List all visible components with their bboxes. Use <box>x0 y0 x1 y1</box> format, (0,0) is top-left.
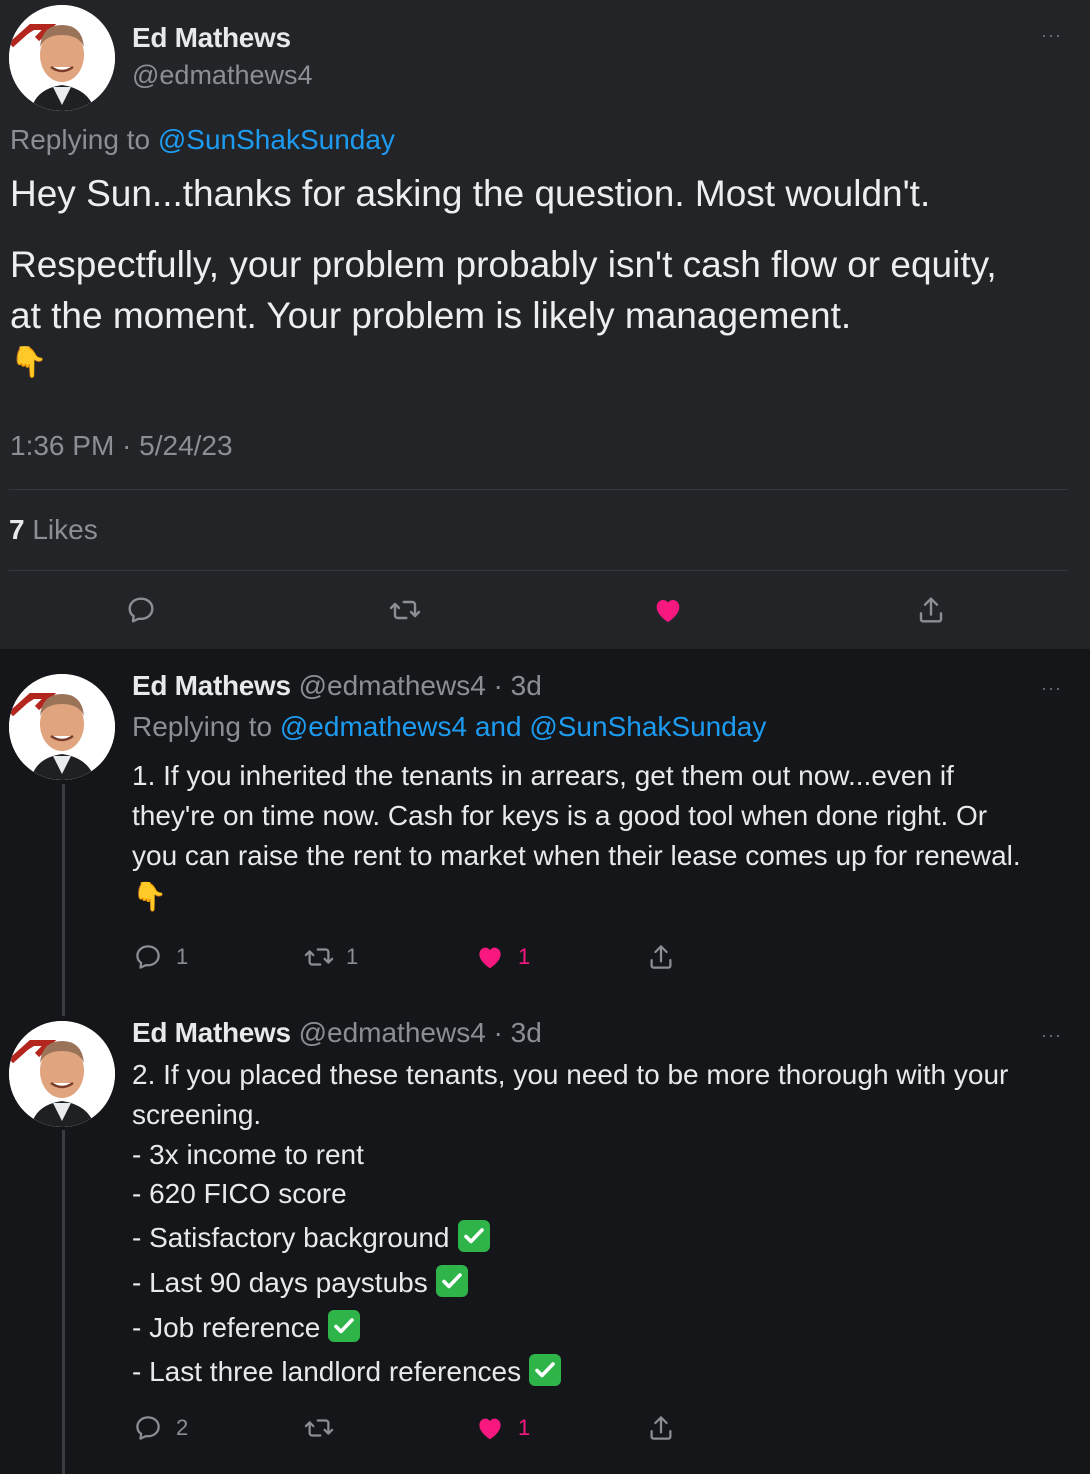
replying-to: Replying to @SunShakSunday <box>10 124 395 156</box>
replying-to-link[interactable]: @edmathews4 and @SunShakSunday <box>280 711 767 742</box>
reply-header: Ed Mathews @edmathews4 · 3d <box>132 670 542 702</box>
tweet-text-line: you can raise the rent to market when th… <box>132 840 1021 871</box>
likes-summary[interactable]: 7 Likes <box>9 514 98 546</box>
tweet-text-line: - 3x income to rent <box>132 1139 364 1170</box>
author-name[interactable]: Ed Mathews <box>132 1017 291 1048</box>
pointing-down-emoji: 👇 <box>132 881 167 912</box>
reply-header: Ed Mathews @edmathews4 · 3d <box>132 1017 542 1049</box>
likes-count: 7 <box>9 514 25 545</box>
retweet-icon[interactable] <box>303 942 335 972</box>
avatar-image <box>9 1021 115 1127</box>
tweet-text-line: Respectfully, your problem probably isn'… <box>10 244 997 285</box>
avatar-image <box>9 674 115 780</box>
author-handle[interactable]: @edmathews4 <box>132 60 313 91</box>
reply-icon[interactable] <box>133 942 163 972</box>
replying-to: Replying to @edmathews4 and @SunShakSund… <box>132 707 766 747</box>
like-count: 1 <box>518 944 531 969</box>
more-icon[interactable]: ··· <box>1041 678 1062 699</box>
retweet-count: 1 <box>346 944 359 969</box>
check-icon <box>328 1310 361 1342</box>
like-icon[interactable] <box>474 942 506 972</box>
handle-and-time[interactable]: @edmathews4 · 3d <box>291 670 542 701</box>
author-name[interactable]: Ed Mathews <box>132 670 291 701</box>
tweet-timestamp[interactable]: 1:36 PM · 5/24/23 <box>10 430 233 462</box>
avatar[interactable] <box>9 674 115 780</box>
check-icon <box>435 1265 468 1297</box>
checklist-item-text: - Last three landlord references <box>132 1356 522 1387</box>
checklist-item-text: - Last 90 days paystubs <box>132 1267 428 1298</box>
divider <box>9 489 1068 490</box>
tweet-text-paragraph-2: Respectfully, your problem probably isn'… <box>10 239 1080 385</box>
check-icon <box>529 1354 562 1386</box>
like-count: 1 <box>518 1415 531 1440</box>
reply-icon[interactable] <box>125 594 157 626</box>
thread-line <box>62 784 65 1016</box>
more-icon[interactable]: ··· <box>1041 25 1062 46</box>
thread-line <box>62 1130 65 1474</box>
tweet-text-line: - 620 FICO score <box>132 1178 347 1209</box>
checklist-item: - Last 90 days paystubs <box>132 1263 468 1303</box>
reply-icon[interactable] <box>133 1413 163 1443</box>
thread-view: Ed Mathews @edmathews4 ··· Replying to @… <box>0 0 1090 1474</box>
like-icon[interactable] <box>474 1413 506 1443</box>
tweet-text-paragraph-1: Hey Sun...thanks for asking the question… <box>10 173 931 214</box>
share-icon[interactable] <box>646 1413 676 1443</box>
retweet-icon[interactable] <box>388 594 422 626</box>
tweet-text-line: 1. If you inherited the tenants in arrea… <box>132 760 954 791</box>
avatar[interactable] <box>9 5 115 111</box>
like-icon[interactable] <box>651 594 685 626</box>
likes-label: Likes <box>24 514 98 545</box>
divider <box>9 570 1068 571</box>
tweet-text-line: screening. <box>132 1099 262 1130</box>
checklist-item-text: - Satisfactory background <box>132 1222 450 1253</box>
replying-prefix: Replying to <box>132 711 280 742</box>
replying-to-link[interactable]: @SunShakSunday <box>158 124 395 155</box>
checklist-item: - Last three landlord references <box>132 1352 562 1392</box>
tweet-text-line: they're on time now. Cash for keys is a … <box>132 800 988 831</box>
tweet-text-line: 2. If you placed these tenants, you need… <box>132 1059 1009 1090</box>
handle-and-time[interactable]: @edmathews4 · 3d <box>291 1017 542 1048</box>
tweet-text-line: at the moment. Your problem is likely ma… <box>10 295 852 336</box>
avatar[interactable] <box>9 1021 115 1127</box>
checklist-item: - Satisfactory background <box>132 1218 490 1258</box>
more-icon[interactable]: ··· <box>1041 1025 1062 1046</box>
checklist-item: - Job reference <box>132 1308 361 1348</box>
reply-count: 2 <box>176 1415 189 1440</box>
checklist-item-text: - Job reference <box>132 1312 321 1343</box>
pointing-down-emoji: 👇 <box>10 346 48 379</box>
author-name[interactable]: Ed Mathews <box>132 22 291 54</box>
replying-prefix: Replying to <box>10 124 158 155</box>
main-tweet: Ed Mathews @edmathews4 ··· Replying to @… <box>0 0 1090 649</box>
share-icon[interactable] <box>915 594 947 626</box>
share-icon[interactable] <box>646 942 676 972</box>
check-icon <box>457 1220 490 1252</box>
reply-count: 1 <box>176 944 189 969</box>
retweet-icon[interactable] <box>303 1413 335 1443</box>
avatar-image <box>9 5 115 111</box>
